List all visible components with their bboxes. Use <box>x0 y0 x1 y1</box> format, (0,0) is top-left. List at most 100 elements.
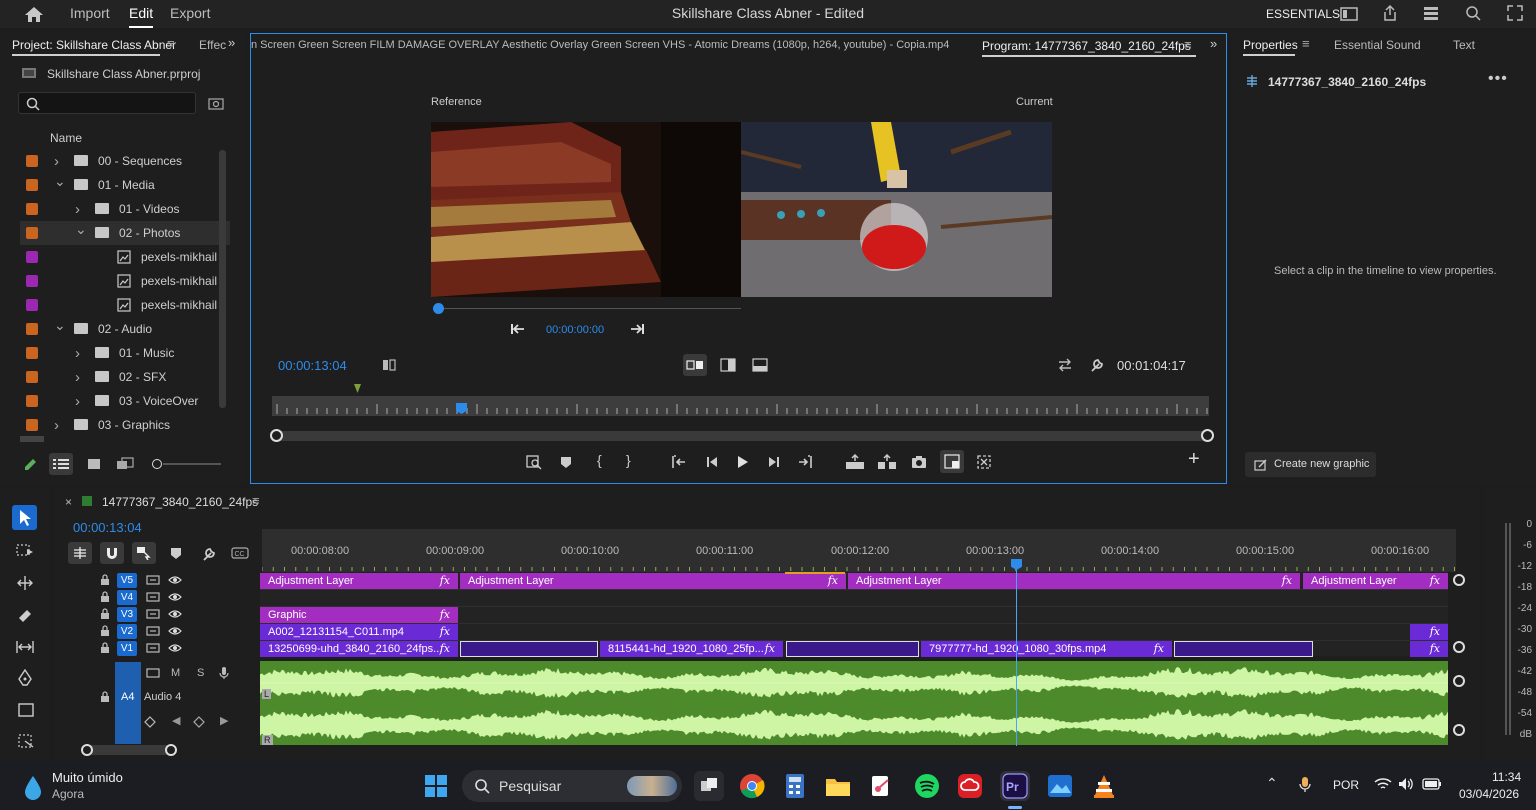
windows-start-icon[interactable] <box>424 774 448 798</box>
expand-chevron-icon[interactable]: › <box>75 201 80 218</box>
extract-icon[interactable] <box>877 454 897 470</box>
quick-export-icon[interactable] <box>1422 5 1440 21</box>
properties-menu-icon[interactable]: ≡ <box>1302 36 1310 51</box>
lift-icon[interactable] <box>845 454 865 470</box>
step-forward-icon[interactable] <box>629 322 645 336</box>
play-icon[interactable] <box>735 454 749 470</box>
add-keyframe-icon[interactable] <box>193 716 205 728</box>
workspaces-icon[interactable] <box>1340 6 1358 22</box>
chrome-icon[interactable] <box>737 771 767 801</box>
clip-adjustment-layer[interactable]: Adjustment Layer fx <box>260 573 458 589</box>
transition-fade[interactable] <box>1174 641 1313 657</box>
project-folder-item[interactable]: ⌄ 02 - Photos <box>20 221 230 245</box>
audio-track-id[interactable]: A4 <box>121 691 134 703</box>
color-label[interactable] <box>26 203 38 215</box>
color-label[interactable] <box>26 155 38 167</box>
solo-button[interactable]: S <box>197 667 204 679</box>
show-hidden-icons-icon[interactable]: ⌃ <box>1266 775 1278 792</box>
vlc-icon[interactable] <box>1089 771 1119 801</box>
more-tabs-icon[interactable]: » <box>228 35 235 50</box>
lock-icon[interactable] <box>100 642 110 654</box>
track-select-icon[interactable] <box>16 542 34 558</box>
program-zoom-scrollbar[interactable] <box>272 431 1209 441</box>
lock-icon[interactable] <box>100 591 110 603</box>
expand-chevron-icon[interactable]: › <box>54 417 59 434</box>
sync-lock-icon[interactable] <box>146 591 160 603</box>
side-by-side-button[interactable] <box>683 354 707 376</box>
panel-menu-icon[interactable]: ≡ <box>167 36 175 51</box>
color-label[interactable] <box>26 347 38 359</box>
mute-button[interactable]: M <box>171 667 180 679</box>
keyframe-toggle-icon[interactable] <box>144 716 156 728</box>
slip-tool-icon[interactable] <box>15 639 35 655</box>
project-image-item[interactable]: pexels-mikhail <box>20 269 230 293</box>
audio-scroll-top-handle[interactable] <box>1453 675 1465 687</box>
zoom-scroll-right-handle[interactable] <box>1201 429 1214 442</box>
track-target-v3[interactable]: V3 <box>117 607 137 622</box>
project-scrollbar[interactable] <box>219 150 226 408</box>
settings-wrench-icon[interactable] <box>1089 357 1105 373</box>
photos-icon[interactable] <box>1045 771 1075 801</box>
eye-icon[interactable] <box>168 608 182 620</box>
tab-project[interactable]: Project: Skillshare Class Abner <box>12 38 176 52</box>
sequence-tab-name[interactable]: 14777367_3840_2160_24fps <box>102 495 258 509</box>
clip-adjustment-layer[interactable]: Adjustment Layer fx <box>848 573 1300 589</box>
tab-essential-sound[interactable]: Essential Sound <box>1334 38 1421 52</box>
reference-timecode[interactable]: 00:00:00:00 <box>546 324 604 336</box>
lock-icon[interactable] <box>100 625 110 637</box>
next-keyframe-icon[interactable]: ▶ <box>220 714 228 727</box>
swap-sides-icon[interactable] <box>1057 358 1073 372</box>
in-point-marker[interactable] <box>354 384 361 393</box>
spotify-icon[interactable] <box>912 771 942 801</box>
color-label[interactable] <box>26 179 38 191</box>
video-scroll-bottom-handle[interactable] <box>1453 641 1465 653</box>
expand-chevron-icon[interactable]: › <box>75 345 80 362</box>
close-sequence-icon[interactable]: × <box>65 495 72 509</box>
export-frame-icon[interactable] <box>911 455 927 469</box>
zoom-scroll-left-handle[interactable] <box>270 429 283 442</box>
eye-icon[interactable] <box>168 642 182 654</box>
rectangle-tool-icon[interactable] <box>17 702 35 718</box>
workspace-label[interactable]: ESSENTIALS <box>1266 7 1340 21</box>
horizontal-scrollbar[interactable] <box>20 436 44 442</box>
selection-tool-button[interactable] <box>12 505 37 530</box>
color-label[interactable] <box>26 227 38 239</box>
tab-text[interactable]: Text <box>1453 38 1475 52</box>
project-folder-item[interactable]: ⌄ 01 - Media <box>20 173 230 197</box>
project-image-item[interactable]: pexels-mikhail <box>20 245 230 269</box>
audio-waveform[interactable] <box>260 661 1448 745</box>
marker-icon[interactable] <box>559 455 573 469</box>
project-folder-item[interactable]: › 00 - Sequences <box>20 149 230 173</box>
transition-cross-dissolve[interactable] <box>460 641 598 657</box>
zoom-slider-handle[interactable] <box>152 459 162 469</box>
microphone-icon[interactable] <box>219 666 229 680</box>
zoom-slider-track[interactable] <box>163 463 221 465</box>
reference-scrubber-track[interactable] <box>438 308 741 309</box>
timeline-horizontal-scrollbar[interactable] <box>85 745 174 755</box>
project-folder-item[interactable]: › 01 - Videos <box>20 197 230 221</box>
clip-v2-video[interactable]: A002_12131154_C011.mp4 fx <box>260 624 458 640</box>
taskbar-search-box[interactable]: Pesquisar <box>462 770 682 802</box>
language-indicator[interactable]: POR <box>1333 778 1359 792</box>
color-label[interactable] <box>26 299 38 311</box>
clip-v2-video[interactable]: fx <box>1410 624 1448 640</box>
color-label[interactable] <box>26 395 38 407</box>
project-folder-item[interactable]: › 02 - SFX <box>20 365 230 389</box>
type-tool-icon[interactable] <box>17 733 35 749</box>
file-explorer-icon[interactable] <box>823 771 853 801</box>
clip-adjustment-layer[interactable]: Adjustment Layer fx <box>460 573 846 589</box>
search-input[interactable] <box>18 92 196 114</box>
step-back-frame-icon[interactable] <box>705 455 719 469</box>
video-scroll-top-handle[interactable] <box>1453 574 1465 586</box>
lock-icon[interactable] <box>100 574 110 586</box>
create-new-graphic-button[interactable]: Create new graphic <box>1245 452 1376 477</box>
timeline-settings-icon[interactable] <box>201 546 217 562</box>
clock-time[interactable]: 11:34 <box>1492 770 1521 784</box>
proxy-toggle-icon[interactable] <box>976 454 992 470</box>
expand-chevron-icon[interactable]: › <box>54 153 59 170</box>
search-help-icon[interactable] <box>1464 4 1482 22</box>
hscroll-right-handle[interactable] <box>165 744 177 756</box>
audio-scroll-bottom-handle[interactable] <box>1453 724 1465 736</box>
track-target-v4[interactable]: V4 <box>117 590 137 605</box>
nest-button[interactable] <box>68 542 92 564</box>
